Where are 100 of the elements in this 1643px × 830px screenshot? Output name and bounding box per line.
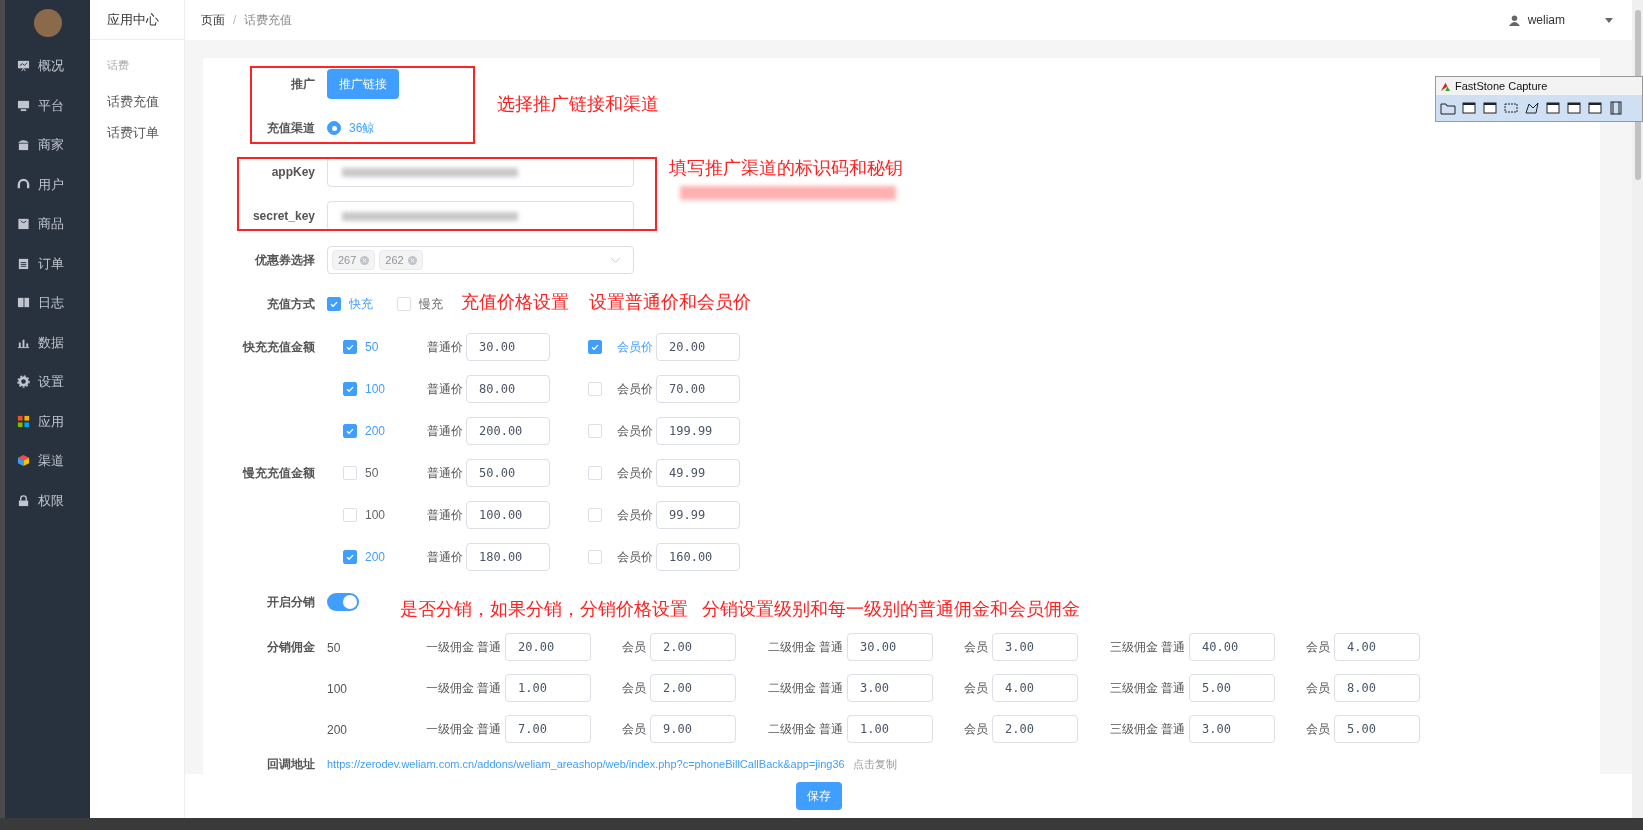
commission-label: 会员 — [964, 720, 988, 738]
checkbox[interactable] — [343, 382, 357, 396]
sidebar-item[interactable]: 订单 — [5, 243, 90, 283]
checkbox[interactable] — [588, 340, 602, 354]
commission-field[interactable]: 3.00 — [992, 632, 1078, 661]
sidebar-item[interactable]: 概况 — [5, 46, 90, 86]
price-field[interactable]: 200.00 — [466, 417, 550, 445]
price-field[interactable]: 100.00 — [466, 501, 550, 529]
field-label: 回调地址 — [267, 756, 315, 773]
subnav-item[interactable]: 话费充值 — [107, 91, 159, 112]
app-logo-icon — [1440, 80, 1451, 92]
breadcrumb-separator: / — [233, 12, 237, 29]
checkbox[interactable] — [343, 340, 357, 354]
price-field[interactable]: 99.99 — [656, 501, 740, 529]
film-icon — [1608, 100, 1624, 116]
commission-field[interactable]: 40.00 — [1189, 632, 1275, 661]
commission-field[interactable]: 2.00 — [650, 632, 736, 661]
dashed-rectangle-tool-button[interactable] — [1503, 100, 1519, 116]
price-field[interactable]: 20.00 — [656, 333, 740, 361]
dashed-rectangle-icon — [1503, 100, 1519, 116]
annotation-text: 充值价格设置 — [461, 291, 569, 314]
commission-field[interactable]: 3.00 — [1189, 714, 1275, 743]
commission-field[interactable]: 2.00 — [650, 673, 736, 702]
amount-label: 200 — [327, 722, 348, 737]
sidebar-item[interactable]: 数据 — [5, 322, 90, 362]
settings-icon — [17, 375, 30, 389]
lock-icon — [17, 493, 30, 507]
price-field[interactable]: 50.00 — [466, 459, 550, 487]
freehand-tool-button[interactable] — [1524, 100, 1540, 116]
breadcrumb-item[interactable]: 话费充值 — [244, 11, 293, 29]
commission-field[interactable]: 4.00 — [992, 673, 1078, 702]
commission-label: 一级佣金 普通 — [425, 720, 501, 738]
film-tool-button[interactable] — [1608, 100, 1624, 116]
folder-tool-button[interactable] — [1440, 100, 1456, 116]
annotation-text: 是否分销，如果分销，分销价格设置 — [400, 598, 688, 621]
close-icon — [407, 255, 417, 265]
commission-field[interactable]: 5.00 — [1334, 714, 1420, 743]
sidebar-item[interactable]: 日志 — [5, 283, 90, 323]
sidebar-item[interactable]: 用户 — [5, 164, 90, 204]
commission-field[interactable]: 5.00 — [1189, 673, 1275, 702]
checkbox[interactable] — [343, 424, 357, 438]
price-field[interactable]: 180.00 — [466, 543, 550, 571]
commission-label: 一级佣金 普通 — [425, 679, 501, 697]
sidebar-item[interactable]: 设置 — [5, 362, 90, 402]
window-tool-button[interactable] — [1461, 100, 1477, 116]
amount-label: 50 — [365, 465, 379, 482]
commission-field[interactable]: 3.00 — [847, 673, 933, 702]
grid-icon — [17, 414, 30, 428]
field-label: 慢充充值金额 — [243, 465, 315, 482]
checkbox-label: 慢充 — [419, 296, 443, 313]
subnav-item[interactable]: 话费订单 — [107, 122, 159, 143]
sidebar-item[interactable]: 平台 — [5, 85, 90, 125]
freehand-icon — [1524, 100, 1540, 116]
annotation-text: 分销设置级别和每一级别的普通佣金和会员佣金 — [702, 598, 1080, 621]
commission-field[interactable]: 7.00 — [505, 714, 591, 743]
commission-field[interactable]: 9.00 — [650, 714, 736, 743]
price-label: 会员价 — [617, 381, 653, 398]
price-label: 普通价 — [427, 339, 463, 356]
radio-button[interactable] — [327, 121, 341, 135]
commission-field[interactable]: 4.00 — [1334, 632, 1420, 661]
price-label: 会员价 — [617, 465, 653, 482]
sidebar-item[interactable]: 权限 — [5, 480, 90, 520]
price-label: 会员价 — [617, 549, 653, 566]
checkbox[interactable] — [343, 550, 357, 564]
sidebar-item[interactable]: 渠道 — [5, 441, 90, 481]
sidebar-item[interactable]: 商家 — [5, 125, 90, 165]
commission-field[interactable]: 20.00 — [505, 632, 591, 661]
monitor-icon — [17, 98, 30, 112]
amount-label: 100 — [365, 507, 386, 524]
field-label: 充值方式 — [267, 296, 315, 313]
commission-field[interactable]: 8.00 — [1334, 673, 1420, 702]
sidebar-item[interactable]: 商品 — [5, 204, 90, 244]
commission-field[interactable]: 1.00 — [505, 673, 591, 702]
commission-field[interactable]: 1.00 — [847, 714, 933, 743]
commission-label: 会员 — [964, 679, 988, 697]
commission-label: 三级佣金 普通 — [1109, 679, 1185, 697]
caret-icon — [1605, 17, 1613, 23]
price-field[interactable]: 30.00 — [466, 333, 550, 361]
subnav-group-label: 话费 — [107, 59, 129, 71]
commission-label: 会员 — [1306, 638, 1330, 656]
price-label: 会员价 — [617, 423, 653, 440]
price-field[interactable]: 199.99 — [656, 417, 740, 445]
user-menu[interactable]: weliam — [1508, 11, 1565, 29]
commission-label: 一级佣金 普通 — [425, 638, 501, 656]
commission-field[interactable]: 2.00 — [992, 714, 1078, 743]
price-field[interactable]: 80.00 — [466, 375, 550, 403]
price-field[interactable]: 70.00 — [656, 375, 740, 403]
sidebar-item[interactable]: 应用 — [5, 401, 90, 441]
window-tool-button[interactable] — [1482, 100, 1498, 116]
price-field[interactable]: 49.99 — [656, 459, 740, 487]
store-icon — [17, 138, 30, 152]
commission-field[interactable]: 30.00 — [847, 632, 933, 661]
amount-label: 100 — [327, 681, 348, 696]
chevron-down-icon — [610, 256, 621, 264]
price-field[interactable]: 160.00 — [656, 543, 740, 571]
checkbox[interactable] — [327, 297, 341, 311]
window-icon — [1461, 100, 1477, 116]
commission-label: 二级佣金 普通 — [767, 638, 843, 656]
breadcrumb-item[interactable]: 页面 — [201, 11, 225, 29]
toggle-switch[interactable] — [327, 593, 359, 611]
